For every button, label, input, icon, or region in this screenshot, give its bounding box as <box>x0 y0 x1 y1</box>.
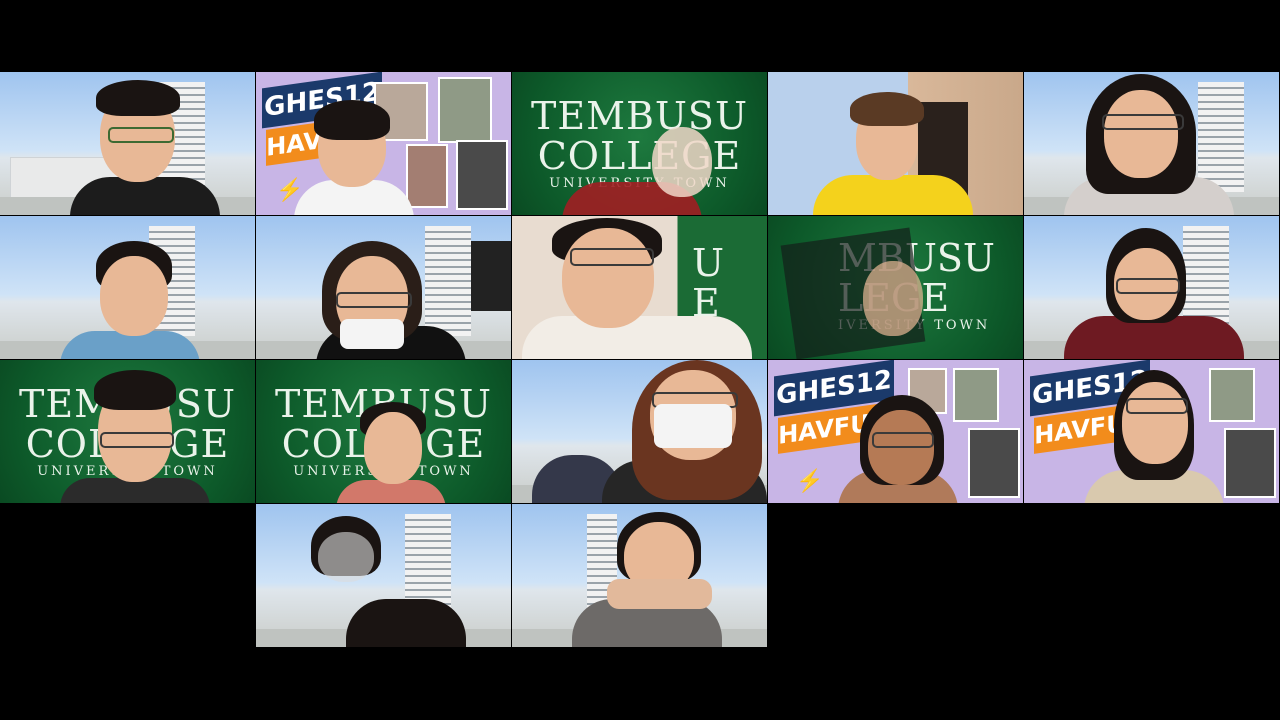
photo-thumbnail <box>1224 428 1276 498</box>
college-name-line1: TEMBUSU <box>530 94 748 138</box>
participant-tile[interactable]: MBUSU LEGE IVERSITY TOWN <box>768 216 1023 359</box>
photo-thumbnail <box>968 428 1020 498</box>
participant-tile[interactable]: GHES12 HAVFUN ⚡ <box>256 72 511 215</box>
participant-tile[interactable]: GHES12 HAVFUN ⚡ <box>768 360 1023 503</box>
building-image <box>425 226 471 336</box>
participant-tile[interactable]: TEMBUSU COLLEGE UNIVERSITY TOWN <box>512 72 767 215</box>
hands <box>607 579 712 609</box>
participant-tile[interactable] <box>256 216 511 359</box>
participant-grid: GHES12 HAVFUN ⚡ TEMBUSU COLLEGE UNIVERSI… <box>0 72 1280 648</box>
building-image <box>1198 82 1244 192</box>
participant-tile[interactable]: TEMBUSU COLLEGE UNIVERSITY TOWN <box>0 360 255 503</box>
video-call-gallery: { "college_background": { "line1": "TEMB… <box>0 0 1280 720</box>
participant-tile[interactable] <box>0 72 255 215</box>
participant-tile[interactable]: TEMBUSU COLLEGE UNIVERSITY TOWN <box>256 360 511 503</box>
participant-tile[interactable] <box>0 216 255 359</box>
participant-tile[interactable]: U E <box>512 216 767 359</box>
participant-tile[interactable] <box>512 360 767 503</box>
photo-thumbnail <box>406 144 448 208</box>
participant-tile[interactable] <box>768 72 1023 215</box>
participant-tile[interactable] <box>256 504 511 647</box>
photo-thumbnail <box>953 368 999 422</box>
photo-thumbnail <box>1209 368 1255 422</box>
participant-tile[interactable] <box>512 504 767 647</box>
participant-tile[interactable] <box>1024 216 1279 359</box>
participant-tile[interactable]: GHES12 HAVFUN <box>1024 360 1279 503</box>
photo-thumbnail <box>456 140 508 210</box>
college-name-line2: COLLEGE <box>537 134 742 178</box>
participant-tile[interactable] <box>1024 72 1279 215</box>
photo-thumbnail <box>438 77 492 143</box>
